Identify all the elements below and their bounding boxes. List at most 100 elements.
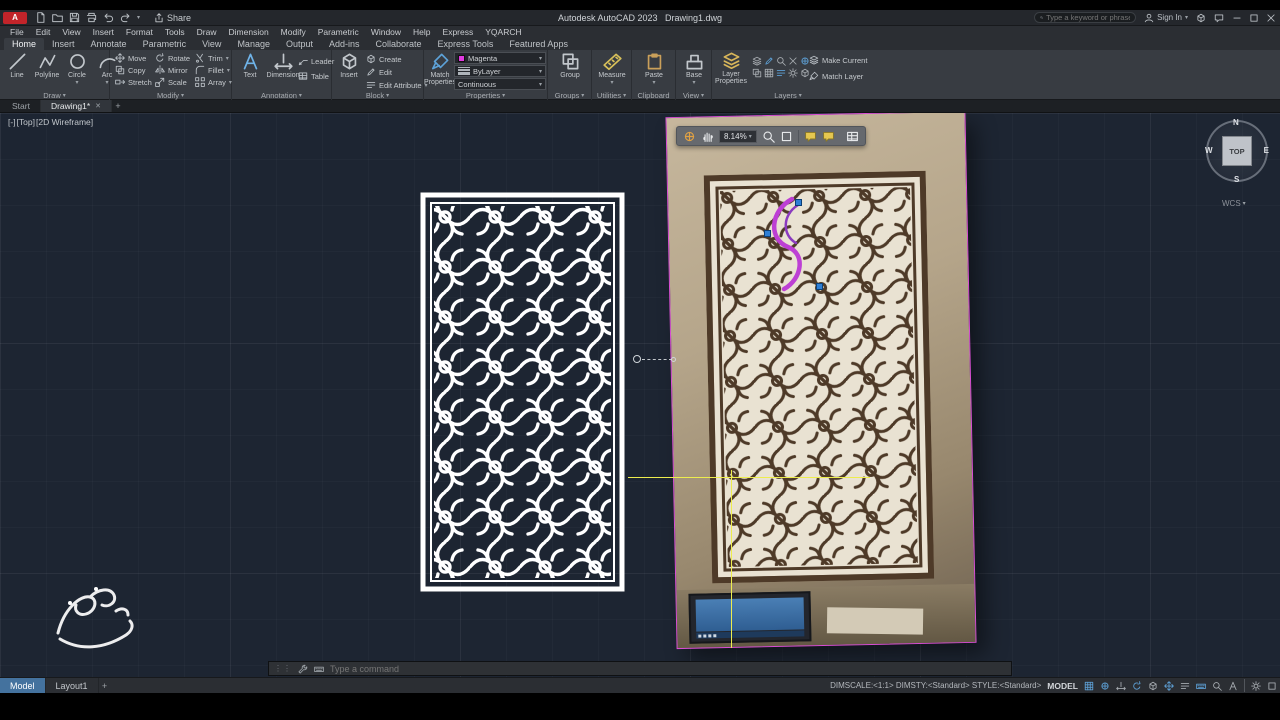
trim-tool[interactable]: Trim ▾ [195,52,235,64]
grip-point[interactable] [764,230,771,237]
menu-parametric[interactable]: Parametric [312,27,365,37]
base-view-tool[interactable]: Base ▾ [680,52,708,87]
ribbon-tab-home[interactable]: Home [4,38,45,50]
draw-panel-label[interactable]: Draw ▾ [0,90,109,100]
command-line[interactable]: ⋮⋮ [268,661,1012,676]
paste-tool[interactable]: Paste ▾ [640,52,668,87]
menu-format[interactable]: Format [120,27,159,37]
rotate-tool[interactable]: Rotate [155,52,195,64]
close-tab-icon[interactable]: ✕ [95,102,101,110]
new-layout-button[interactable]: + [99,680,111,692]
comment-bubble-icon[interactable] [804,130,817,143]
group-tool[interactable]: Group [556,52,584,79]
comment-bubble-icon[interactable] [822,130,835,143]
compass-west[interactable]: W [1205,146,1213,155]
menu-view[interactable]: View [56,27,86,37]
circle-tool[interactable]: Circle ▾ [63,52,91,87]
app-store-icon[interactable] [1196,13,1206,23]
undo-icon[interactable] [103,12,114,23]
help-icon[interactable] [1214,13,1224,23]
close-button[interactable] [1266,13,1276,23]
linetype-dropdown[interactable]: Continuous ▾ [454,78,546,90]
view-panel-label[interactable]: View ▾ [676,90,711,100]
visual-style-button[interactable]: [2D Wireframe] [36,117,93,127]
leader-tool[interactable]: Leader [298,55,334,67]
block-panel-label[interactable]: Block ▾ [332,90,423,100]
object-color-dropdown[interactable]: Magenta ▾ [454,52,546,64]
copy-tool[interactable]: Copy [115,64,155,76]
ribbon-tab-express-tools[interactable]: Express Tools [430,38,502,50]
utilities-panel-label[interactable]: Utilities ▾ [592,90,631,100]
ribbon-tab-view[interactable]: View [194,38,229,50]
command-input[interactable] [330,663,1006,674]
annotation-panel-label[interactable]: Annotation ▾ [232,90,331,100]
insert-block-tool[interactable]: Insert [335,52,363,79]
viewcube-top-face[interactable]: TOP [1222,136,1252,166]
selection-endpoint-node[interactable] [671,357,676,362]
layer-tool-icon[interactable] [776,55,787,66]
search-box[interactable] [1034,12,1137,23]
fillet-tool[interactable]: Fillet ▾ [195,64,235,76]
dimension-tool[interactable]: Dimension [266,52,300,79]
snap-mode-toggle[interactable] [1100,681,1110,691]
table-tool[interactable]: Table [298,70,334,82]
selection-endpoint-node[interactable] [633,355,641,363]
command-bar-grip[interactable]: ⋮⋮ [274,664,292,673]
layer-properties-tool[interactable]: Layer Properties [714,51,748,86]
share-button[interactable]: Share [154,12,191,23]
menu-dimension[interactable]: Dimension [223,27,275,37]
make-current-tool[interactable]: Make Current [809,54,867,66]
grid-display-toggle[interactable] [1084,681,1094,691]
wcs-dropdown[interactable]: WCS ▾ [1222,199,1246,208]
lineweight-display-toggle[interactable] [1180,681,1190,691]
layer-tool-icon[interactable] [752,67,763,78]
match-properties-tool[interactable]: Match Properties [424,52,456,87]
ribbon-tab-insert[interactable]: Insert [44,38,83,50]
edit-block-tool[interactable]: Edit [366,66,428,78]
stretch-tool[interactable]: Stretch [115,76,155,88]
layer-tool-icon[interactable] [788,67,799,78]
scale-tool[interactable]: Scale [155,76,195,88]
ribbon-tab-annotate[interactable]: Annotate [83,38,135,50]
maximize-button[interactable] [1249,13,1259,23]
minimize-button[interactable] [1232,13,1242,23]
annotation-scale-button[interactable] [1228,681,1238,691]
measure-tool[interactable]: Measure ▾ [598,52,626,87]
lineweight-dropdown[interactable]: ByLayer ▾ [454,65,546,77]
hand-pan-icon[interactable] [701,130,714,143]
new-drawing-tab-button[interactable]: + [112,100,124,112]
text-tool[interactable]: Text [236,52,264,79]
isometric-drafting-toggle[interactable] [1148,681,1158,691]
compass-north[interactable]: N [1233,118,1239,127]
viewport-menu-button[interactable]: [-] [8,117,16,127]
polyline-tool[interactable]: Polyline [33,52,61,87]
ribbon-tab-collaborate[interactable]: Collaborate [368,38,430,50]
polar-tracking-toggle[interactable] [1132,681,1142,691]
menu-express[interactable]: Express [437,27,480,37]
sign-in-button[interactable]: Sign In ▾ [1144,13,1188,23]
zoom-extents-icon[interactable] [780,130,793,143]
file-tab-drawing1[interactable]: Drawing1* ✕ [40,100,113,112]
move-tool[interactable]: Move [115,52,155,64]
groups-panel-label[interactable]: Groups ▾ [548,90,591,100]
ribbon-tab-output[interactable]: Output [278,38,321,50]
ortho-mode-toggle[interactable] [1116,681,1126,691]
view-direction-button[interactable]: [Top] [17,117,35,127]
layer-tool-icon[interactable] [776,67,787,78]
menu-modify[interactable]: Modify [275,27,312,37]
model-space-indicator[interactable]: MODEL [1047,681,1078,691]
ribbon-tab-parametric[interactable]: Parametric [135,38,195,50]
layout1-tab[interactable]: Layout1 [46,677,99,694]
view-cube[interactable]: N W E S TOP [1205,118,1269,184]
ribbon-tab-manage[interactable]: Manage [229,38,278,50]
layers-panel-label[interactable]: Layers ▾ [712,90,864,100]
customize-wrench-icon[interactable] [298,664,308,674]
menu-edit[interactable]: Edit [30,27,57,37]
ribbon-tab-addins[interactable]: Add-ins [321,38,368,50]
properties-panel-label[interactable]: Properties ▾ [424,90,547,100]
selected-spline-highlight[interactable] [760,193,836,301]
autocad-logo-icon[interactable]: A [3,11,27,24]
open-file-icon[interactable] [52,12,63,23]
redo-icon[interactable] [120,12,131,23]
grip-point[interactable] [816,283,823,290]
